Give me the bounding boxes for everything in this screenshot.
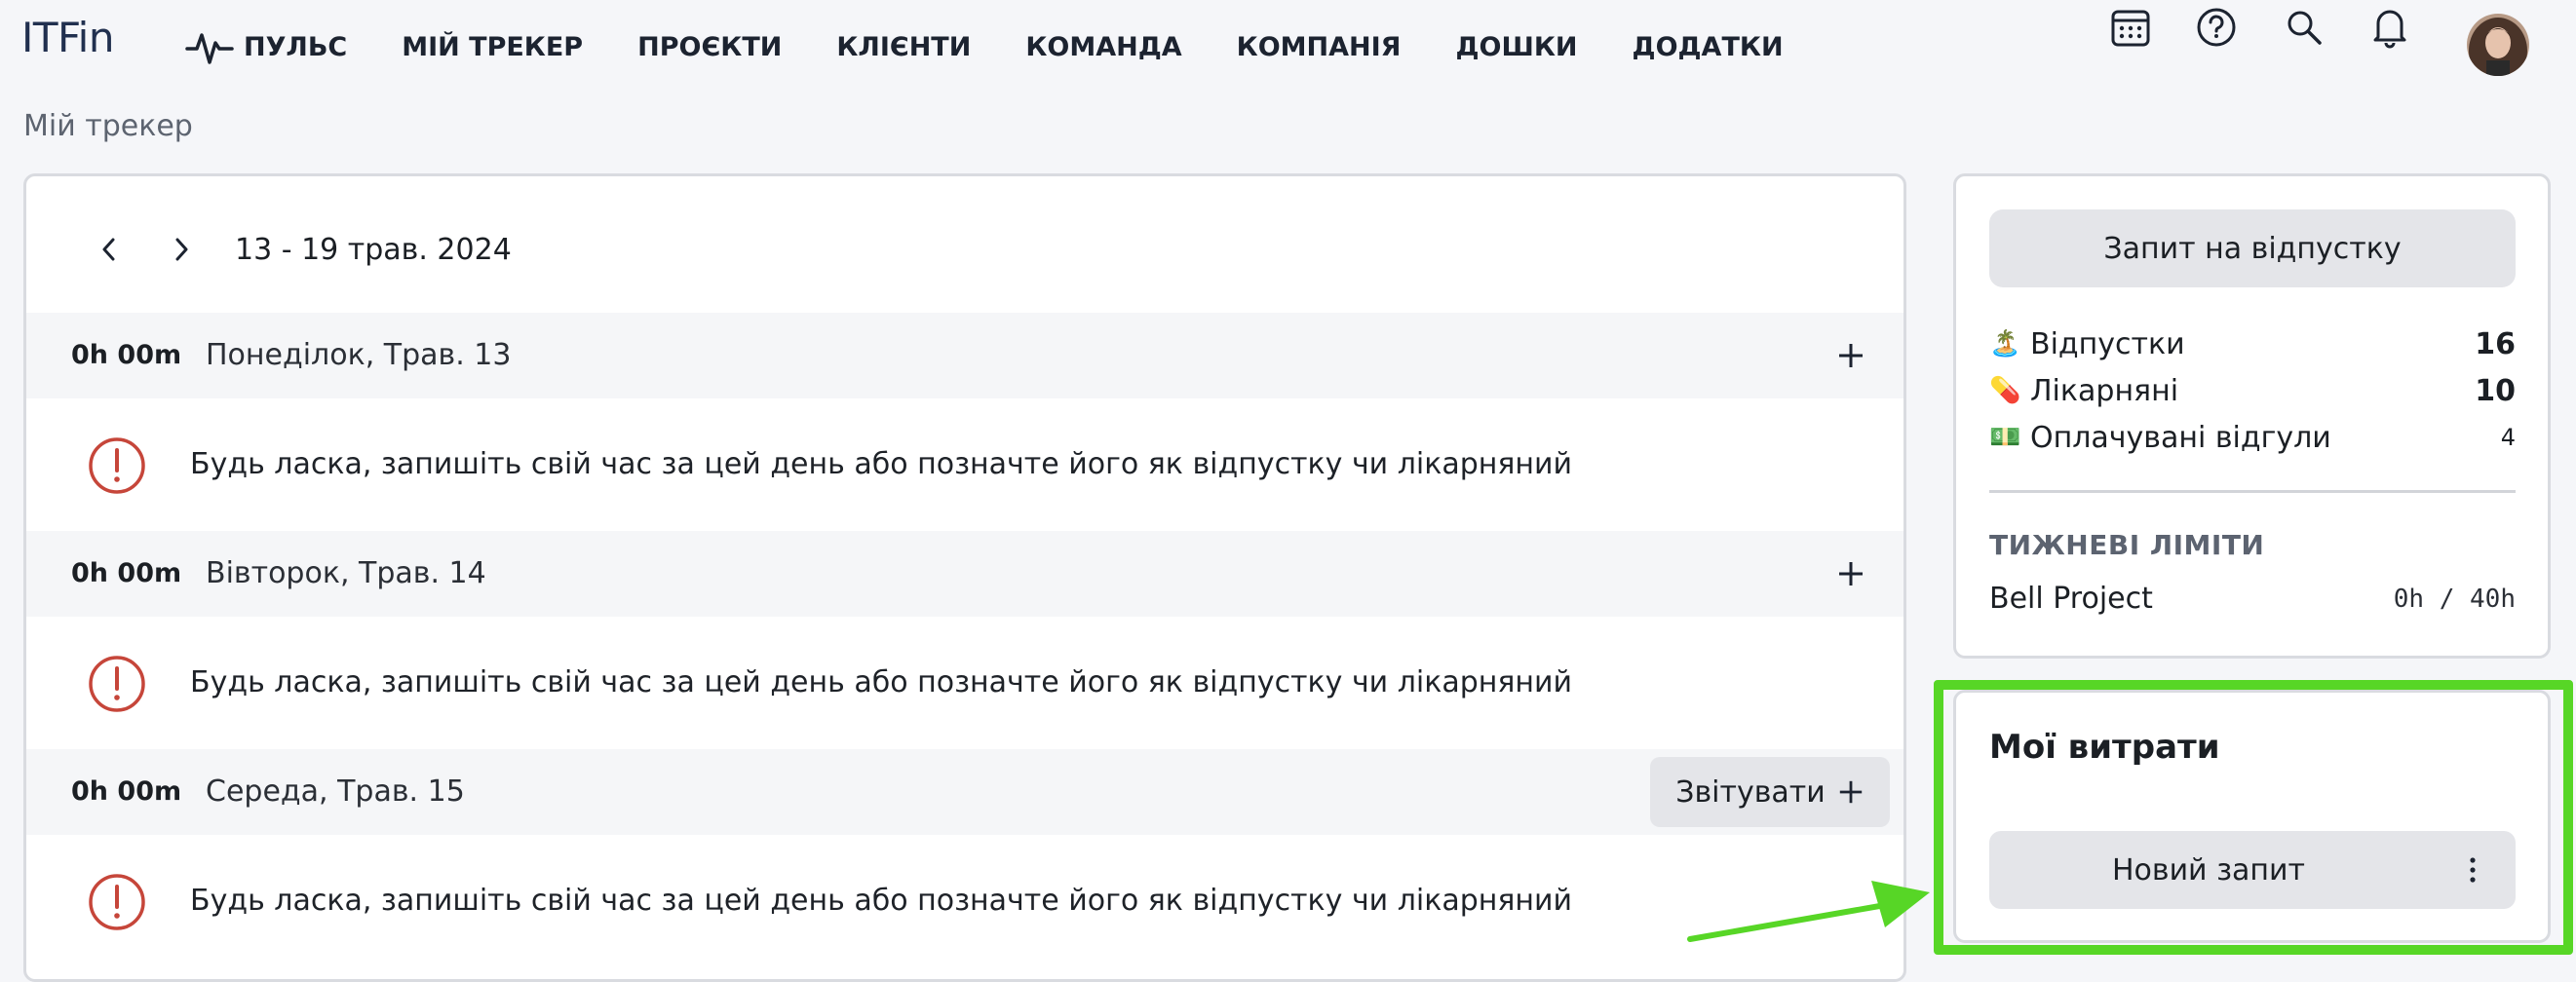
nav-item-projects[interactable]: ПРОЄКТИ bbox=[637, 32, 782, 62]
next-week-button[interactable] bbox=[157, 225, 206, 274]
balance-label: Оплачувані відгули bbox=[2030, 420, 2331, 455]
calendar-button[interactable] bbox=[2103, 0, 2158, 55]
avatar[interactable] bbox=[2467, 14, 2529, 76]
day-hours: 0h 00m bbox=[71, 340, 182, 370]
day-hours: 0h 00m bbox=[71, 558, 182, 588]
balance-value: 10 bbox=[2475, 373, 2516, 408]
limit-project-name: Bell Project bbox=[1989, 582, 2153, 616]
logo[interactable]: ITFin bbox=[21, 14, 114, 61]
breadcrumb: Мій трекер bbox=[23, 109, 193, 143]
search-icon bbox=[2288, 11, 2322, 45]
previous-week-button[interactable] bbox=[85, 225, 134, 274]
day-warning-wednesday: Будь ласка, запишіть свій час за цей ден… bbox=[26, 835, 1903, 967]
time-off-card: Запит на відпустку 🏝️ Відпустки 16 💊 Лікар… bbox=[1953, 173, 2551, 659]
day-row-tuesday: 0h 00m Вівторок, Трав. 14 bbox=[26, 531, 1903, 617]
pill-icon: 💊 bbox=[1989, 376, 2021, 405]
avatar-image bbox=[2467, 14, 2529, 76]
week-range-label: 13 - 19 трав. 2024 bbox=[235, 232, 512, 267]
plus-icon bbox=[1839, 562, 1863, 585]
tracker-card: 13 - 19 трав. 2024 0h 00m Понеділок, Тра… bbox=[23, 173, 1906, 982]
nav-item-label: КОМПАНІЯ bbox=[1236, 31, 1402, 62]
balance-value: 4 bbox=[2500, 424, 2516, 451]
week-navigation: 13 - 19 трав. 2024 bbox=[85, 225, 512, 274]
warning-text: Будь ласка, запишіть свій час за цей ден… bbox=[190, 884, 1573, 918]
day-warning-monday: Будь ласка, запишіть свій час за цей ден… bbox=[26, 398, 1903, 531]
top-bar: ITFin ПУЛЬС МІЙ ТРЕКЕР ПРОЄКТИ КЛІЄНТИ К… bbox=[0, 0, 2576, 94]
balance-label: Лікарняні bbox=[2030, 373, 2179, 408]
nav-item-label: ДОДАТКИ bbox=[1632, 31, 1784, 62]
day-warning-tuesday: Будь ласка, запишіть свій час за цей ден… bbox=[26, 617, 1903, 749]
new-expense-request-button[interactable]: Новий запит bbox=[1989, 831, 2516, 909]
plus-icon bbox=[1839, 344, 1863, 367]
island-icon: 🏝️ bbox=[1989, 329, 2021, 359]
money-icon: 💵 bbox=[1989, 423, 2021, 452]
nav-item-label: КЛІЄНТИ bbox=[836, 31, 972, 62]
chevron-left-icon bbox=[102, 238, 115, 261]
expenses-title: Мої витрати bbox=[1989, 728, 2220, 767]
search-button[interactable] bbox=[2277, 0, 2331, 55]
help-button[interactable] bbox=[2189, 0, 2244, 55]
help-icon bbox=[2197, 8, 2236, 47]
plus-icon bbox=[1839, 780, 1862, 804]
nav-item-label: ПРОЄКТИ bbox=[637, 31, 783, 62]
report-button[interactable]: Звітувати bbox=[1650, 757, 1890, 827]
main-nav: ПУЛЬС МІЙ ТРЕКЕР ПРОЄКТИ КЛІЄНТИ КОМАНДА… bbox=[185, 27, 1838, 66]
pulse-icon bbox=[185, 33, 234, 64]
nav-item-clients[interactable]: КЛІЄНТИ bbox=[836, 32, 971, 62]
day-label: Середа, Трав. 15 bbox=[206, 774, 465, 809]
add-time-button[interactable] bbox=[1827, 550, 1874, 597]
balance-row-vacations: 🏝️ Відпустки 16 bbox=[1989, 322, 2516, 365]
vacation-request-button[interactable]: Запит на відпустку bbox=[1989, 209, 2516, 287]
nav-item-label: КОМАНДА bbox=[1025, 31, 1182, 62]
day-row-wednesday: 0h 00m Середа, Трав. 15 Звітувати bbox=[26, 749, 1903, 835]
chevron-right-icon bbox=[175, 238, 188, 261]
add-time-button[interactable] bbox=[1827, 332, 1874, 379]
balance-value: 16 bbox=[2475, 326, 2516, 361]
divider bbox=[1989, 490, 2516, 493]
day-hours: 0h 00m bbox=[71, 776, 182, 807]
annotation-arrow bbox=[1687, 881, 1930, 942]
warning-text: Будь ласка, запишіть свій час за цей ден… bbox=[190, 665, 1573, 699]
new-expense-request-label: Новий запит bbox=[2111, 852, 2306, 888]
limit-row: Bell Project 0h / 40h bbox=[1989, 582, 2516, 616]
kebab-menu-icon bbox=[2470, 857, 2476, 883]
bell-icon bbox=[2373, 10, 2406, 49]
warning-icon bbox=[89, 874, 145, 930]
nav-item-label: ПУЛЬС bbox=[244, 31, 348, 62]
nav-item-my-tracker[interactable]: МІЙ ТРЕКЕР bbox=[402, 32, 583, 62]
balance-row-sick-leave: 💊 Лікарняні 10 bbox=[1989, 369, 2516, 412]
nav-item-label: МІЙ ТРЕКЕР bbox=[402, 31, 584, 62]
nav-item-label: ДОШКИ bbox=[1455, 31, 1578, 62]
notifications-button[interactable] bbox=[2363, 0, 2417, 55]
warning-icon bbox=[89, 437, 145, 494]
more-options-button[interactable] bbox=[2449, 847, 2496, 893]
day-row-monday: 0h 00m Понеділок, Трав. 13 bbox=[26, 313, 1903, 398]
nav-item-pulse[interactable]: ПУЛЬС bbox=[185, 27, 347, 66]
day-label: Вівторок, Трав. 14 bbox=[206, 556, 486, 590]
report-button-label: Звітувати bbox=[1675, 774, 1826, 810]
calendar-icon bbox=[2111, 10, 2150, 47]
limit-value: 0h / 40h bbox=[2393, 584, 2516, 614]
balance-row-paid-time-off: 💵 Оплачувані відгули 4 bbox=[1989, 416, 2516, 459]
nav-item-boards[interactable]: ДОШКИ bbox=[1455, 32, 1577, 62]
warning-icon bbox=[89, 656, 145, 712]
warning-text: Будь ласка, запишіть свій час за цей ден… bbox=[190, 447, 1573, 481]
nav-item-company[interactable]: КОМПАНІЯ bbox=[1237, 32, 1402, 62]
nav-item-team[interactable]: КОМАНДА bbox=[1025, 32, 1181, 62]
day-label: Понеділок, Трав. 13 bbox=[206, 338, 512, 372]
weekly-limits-title: ТИЖНЕВІ ЛІМІТИ bbox=[1989, 529, 2265, 561]
balance-label: Відпустки bbox=[2030, 326, 2185, 361]
expenses-card: Мої витрати Новий запит bbox=[1953, 690, 2551, 943]
nav-item-addons[interactable]: ДОДАТКИ bbox=[1633, 32, 1784, 62]
